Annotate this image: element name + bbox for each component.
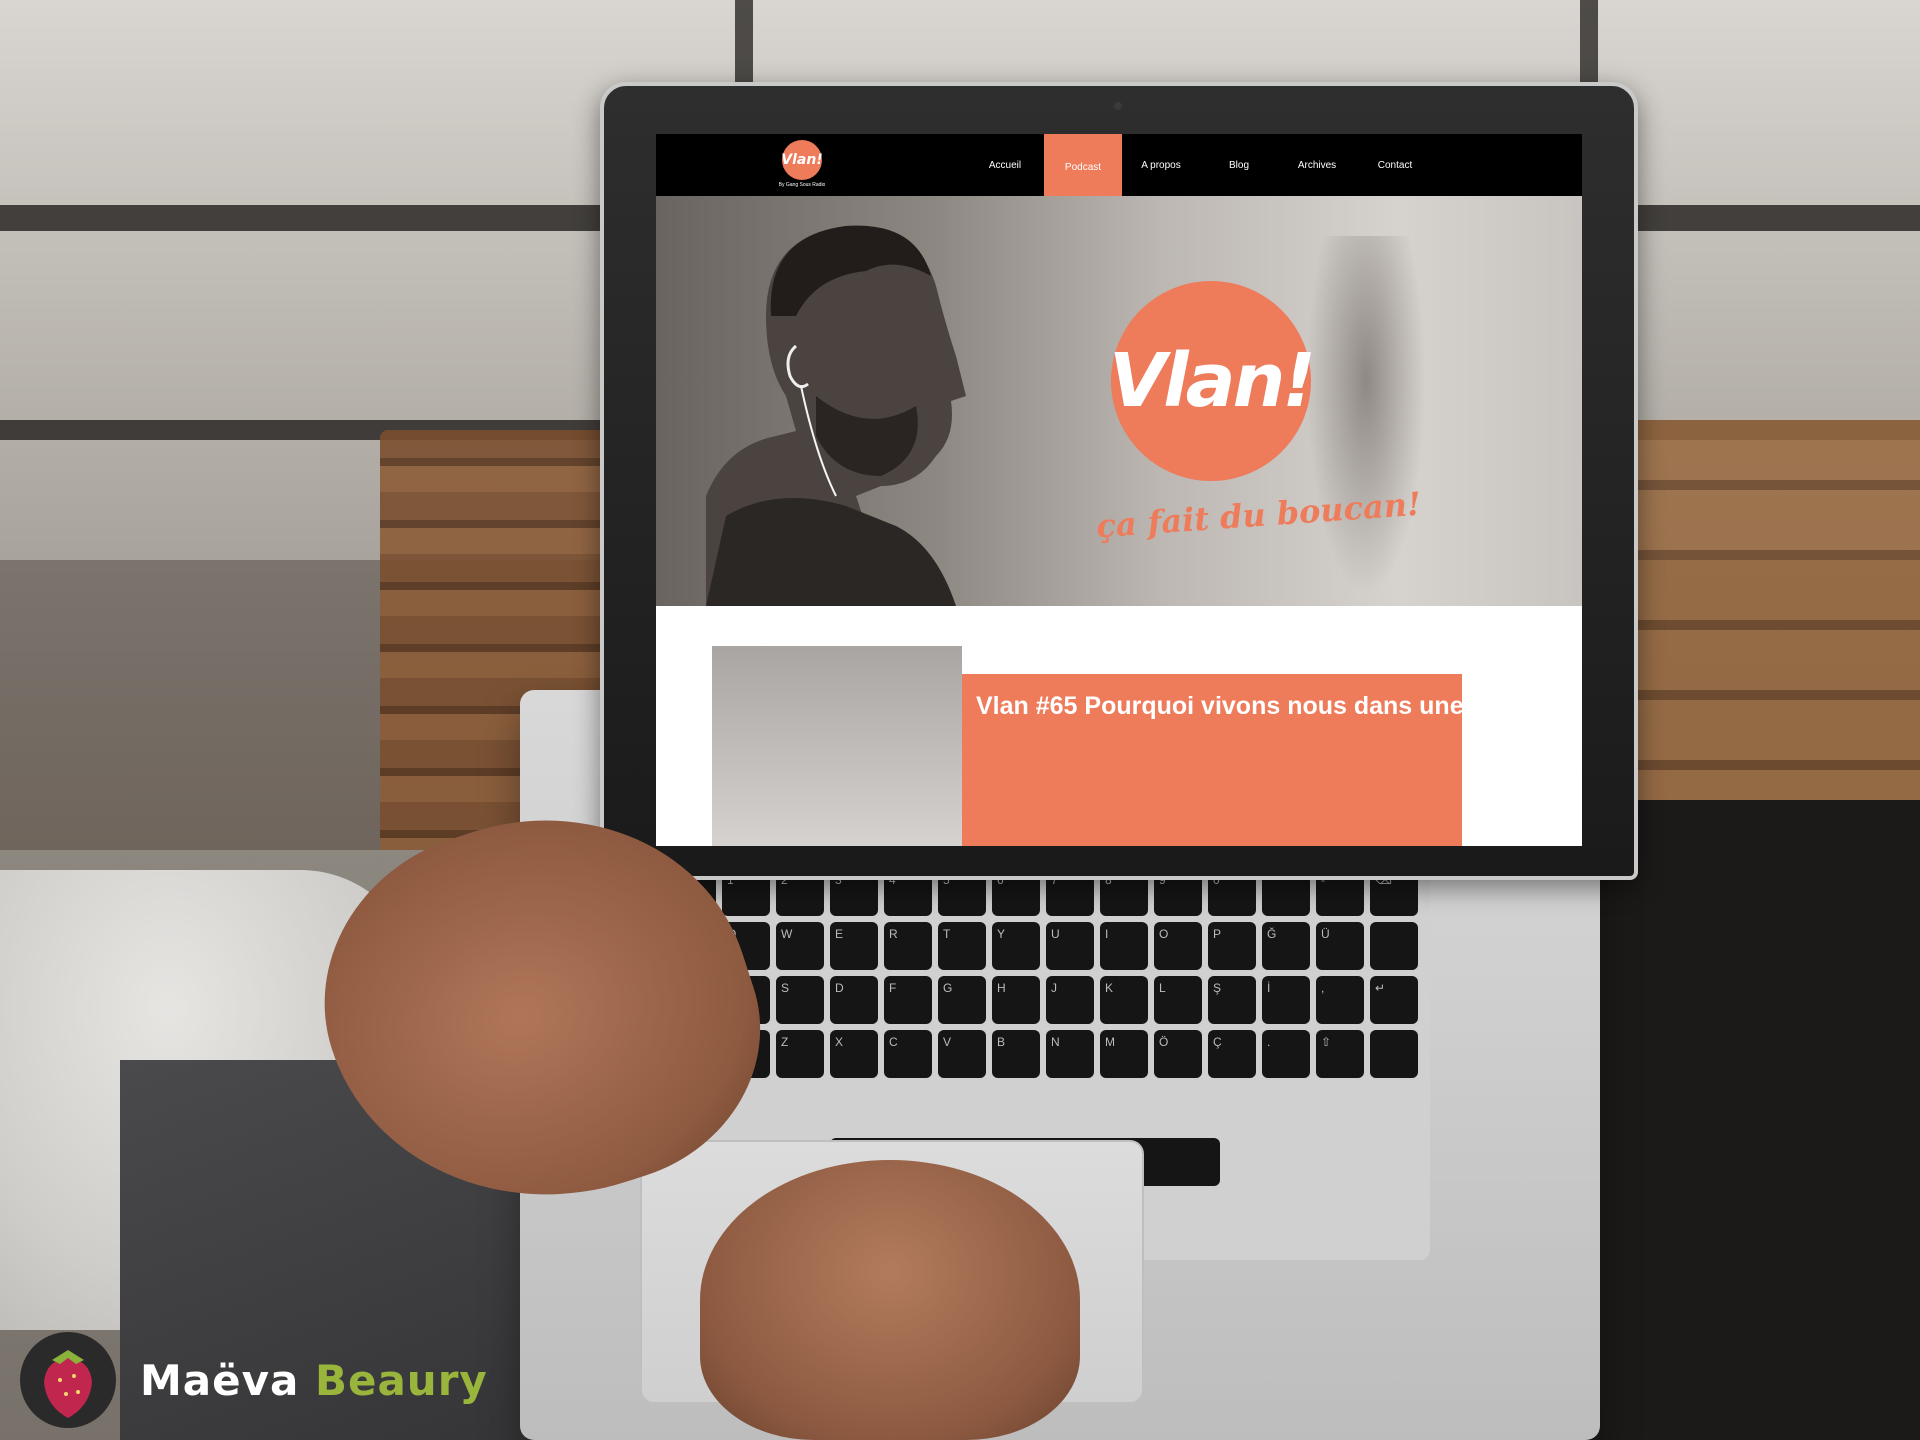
hero-vlan-badge: Vlan! — [1109, 281, 1316, 481]
watermark-text: Maëva Beaury — [140, 1356, 488, 1405]
keyboard-key[interactable]: , — [1316, 976, 1364, 1024]
keyboard-key[interactable]: G — [938, 976, 986, 1024]
nav-item-a-propos[interactable]: A propos — [1122, 134, 1200, 196]
article-section: Vlan #65 Pourquoi vivons nous dans une — [656, 606, 1582, 846]
hero-background-tree — [1306, 236, 1426, 596]
keyboard-key[interactable]: ⇧ — [1316, 1030, 1364, 1078]
nav-item-contact[interactable]: Contact — [1356, 134, 1434, 196]
keyboard-key[interactable]: J — [1046, 976, 1094, 1024]
nav-item-accueil[interactable]: Accueil — [966, 134, 1044, 196]
site-nav: Accueil Podcast A propos Blog Archives C… — [966, 134, 1434, 208]
nav-item-blog[interactable]: Blog — [1200, 134, 1278, 196]
keyboard-key[interactable]: X — [830, 1030, 878, 1078]
keyboard-key[interactable]: I — [1100, 922, 1148, 970]
article-thumbnail[interactable] — [712, 646, 962, 846]
keyboard-key[interactable]: Ü — [1316, 922, 1364, 970]
keyboard-key[interactable]: W — [776, 922, 824, 970]
keyboard-key[interactable]: H — [992, 976, 1040, 1024]
site-header: Vlan! By Gang Sous Radio Accueil Podcast… — [656, 134, 1582, 208]
keyboard-key[interactable]: E — [830, 922, 878, 970]
keyboard-key[interactable] — [1370, 922, 1418, 970]
keyboard-key[interactable]: İ — [1262, 976, 1310, 1024]
laptop-lid: Vlan! By Gang Sous Radio Accueil Podcast… — [600, 82, 1638, 880]
keyboard-key[interactable]: . — [1262, 1030, 1310, 1078]
photo-scene: esc"1234567890*-⌫⇥QWERTYUIOPĞÜASDFGHJKLŞ… — [0, 0, 1920, 1440]
keyboard-key[interactable]: T — [938, 922, 986, 970]
keyboard-key[interactable]: K — [1100, 976, 1148, 1024]
right-hand — [700, 1160, 1080, 1440]
article-card[interactable]: Vlan #65 Pourquoi vivons nous dans une — [962, 674, 1464, 846]
site-logo[interactable]: Vlan! — [781, 140, 823, 180]
keyboard-key[interactable]: C — [884, 1030, 932, 1078]
laptop-screen: Vlan! By Gang Sous Radio Accueil Podcast… — [656, 134, 1582, 846]
keyboard-key[interactable]: Ğ — [1262, 922, 1310, 970]
keyboard-key[interactable]: L — [1154, 976, 1202, 1024]
keyboard-key[interactable]: R — [884, 922, 932, 970]
keyboard-key[interactable]: M — [1100, 1030, 1148, 1078]
nav-item-archives[interactable]: Archives — [1278, 134, 1356, 196]
keyboard-key[interactable]: F — [884, 976, 932, 1024]
keyboard-key[interactable]: Ö — [1154, 1030, 1202, 1078]
camera-icon — [1114, 102, 1122, 110]
keyboard-key[interactable]: ↵ — [1370, 976, 1418, 1024]
keyboard-key[interactable]: V — [938, 1030, 986, 1078]
keyboard-key[interactable]: P — [1208, 922, 1256, 970]
hero-portrait-image — [706, 225, 966, 606]
keyboard-key[interactable]: N — [1046, 1030, 1094, 1078]
article-title[interactable]: Vlan #65 Pourquoi vivons nous dans une — [976, 692, 1464, 721]
site-logo-tagline: By Gang Sous Radio — [778, 182, 826, 188]
strawberry-icon — [20, 1332, 116, 1428]
keyboard-key[interactable]: Ş — [1208, 976, 1256, 1024]
keyboard-key[interactable]: O — [1154, 922, 1202, 970]
watermark-first-name: Maëva — [140, 1355, 300, 1405]
keyboard-key[interactable]: B — [992, 1030, 1040, 1078]
watermark: Maëva Beaury — [18, 1330, 488, 1430]
watermark-last-name: Beaury — [314, 1355, 488, 1405]
keyboard-key[interactable]: Ç — [1208, 1030, 1256, 1078]
keyboard-key[interactable]: Z — [776, 1030, 824, 1078]
keyboard-key[interactable]: Y — [992, 922, 1040, 970]
keyboard-key[interactable] — [1370, 1030, 1418, 1078]
hero-banner: Vlan! ça fait du boucan! — [656, 196, 1582, 606]
keyboard-key[interactable]: U — [1046, 922, 1094, 970]
keyboard-key[interactable]: D — [830, 976, 878, 1024]
keyboard-key[interactable]: S — [776, 976, 824, 1024]
